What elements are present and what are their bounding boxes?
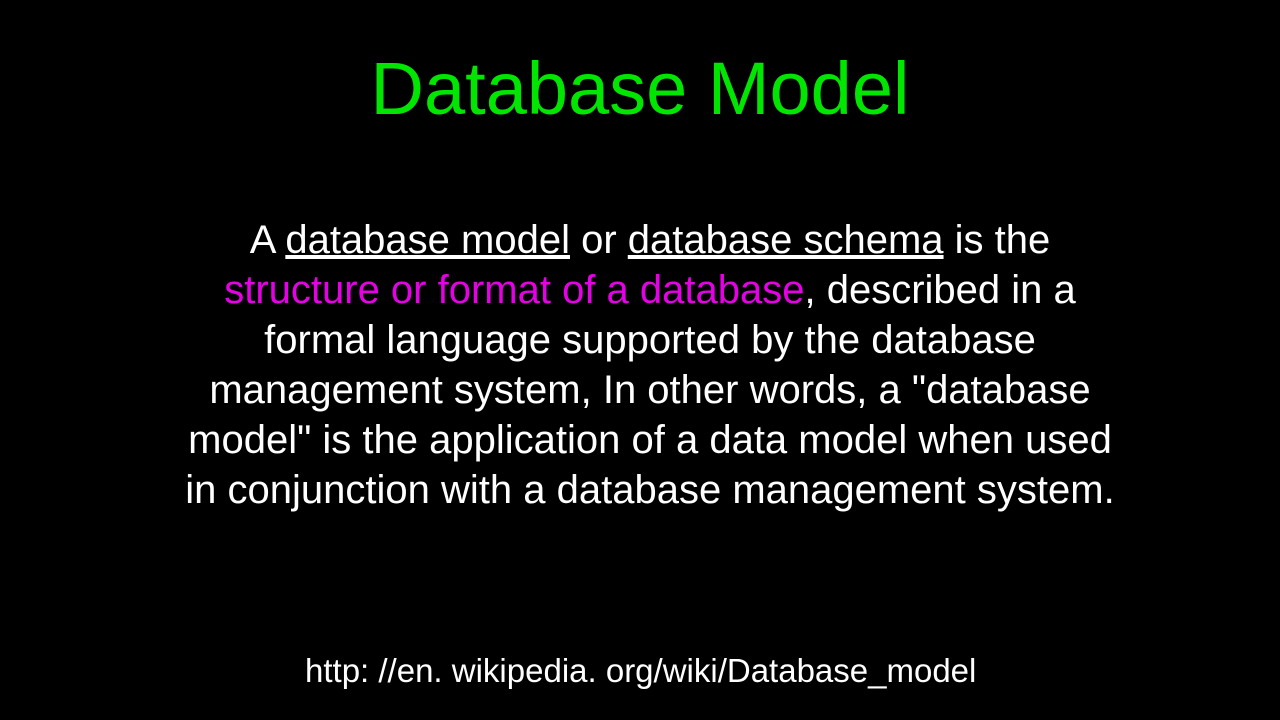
slide-body: A database model or database schema is t… [175,215,1125,515]
highlight-structure: structure or format of a database [224,268,804,312]
source-url: http: //en. wikipedia. org/wiki/Database… [305,652,976,690]
slide-title: Database Model [0,46,1280,131]
body-text-2: or [570,218,628,262]
slide: Database Model A database model or datab… [0,0,1280,720]
body-text-3: is the [944,218,1051,262]
term-database-model: database model [285,218,570,262]
body-text-1: A [250,218,286,262]
term-database-schema: database schema [628,218,944,262]
